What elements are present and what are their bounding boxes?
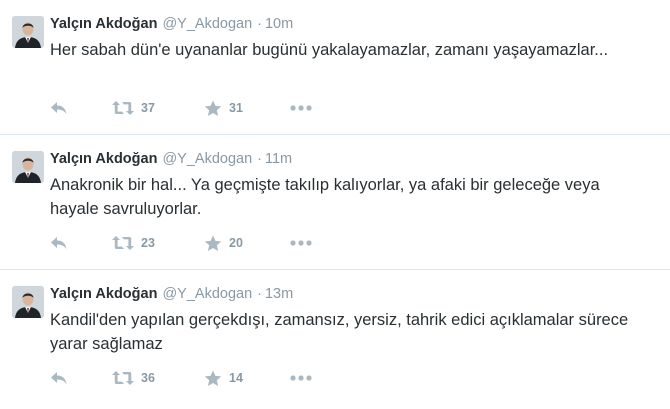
username[interactable]: @Y_Akdogan	[162, 286, 252, 302]
favorite-count: 31	[229, 101, 243, 115]
tweet-text: Anakronik bir hal... Ya geçmişte takılıp…	[50, 176, 600, 218]
reply-icon	[50, 235, 68, 251]
reply-button[interactable]	[50, 98, 68, 118]
tweet[interactable]: Yalçın Akdoğan @Y_Akdogan · 11m Anakronik b…	[0, 135, 670, 270]
tweet-actions: 37 31	[50, 98, 350, 118]
tweet-header: Yalçın Akdoğan @Y_Akdogan · 13m	[50, 285, 293, 303]
tweet-actions: 36 14	[50, 368, 350, 388]
retweet-count: 23	[141, 236, 155, 250]
fullname[interactable]: Yalçın Akdoğan	[50, 151, 157, 167]
fullname[interactable]: Yalçın Akdoğan	[50, 16, 157, 32]
reply-icon	[50, 370, 68, 386]
retweet-count: 37	[141, 101, 155, 115]
star-icon	[204, 100, 222, 117]
retweet-button[interactable]: 23	[112, 233, 155, 253]
tweet[interactable]: Yalçın Akdoğan @Y_Akdogan · 13m Kandil'den …	[0, 270, 670, 405]
retweet-count: 36	[141, 371, 155, 385]
tweet-text: Her sabah dün'e uyananlar bugünü yakalay…	[50, 41, 609, 59]
avatar[interactable]	[12, 16, 44, 48]
retweet-icon	[112, 100, 134, 116]
tweet-actions: 23 20	[50, 233, 350, 253]
favorite-button[interactable]: 20	[204, 233, 243, 253]
time-separator: ·	[257, 151, 262, 167]
retweet-button[interactable]: 37	[112, 98, 155, 118]
retweet-icon	[112, 370, 134, 386]
retweet-icon	[112, 235, 134, 251]
more-dots-icon	[290, 240, 312, 246]
more-button[interactable]	[290, 368, 312, 388]
star-icon	[204, 370, 222, 387]
more-dots-icon	[290, 105, 312, 111]
timestamp[interactable]: 11m	[265, 151, 292, 167]
reply-button[interactable]	[50, 368, 68, 388]
reply-icon	[50, 100, 68, 116]
more-button[interactable]	[290, 98, 312, 118]
time-separator: ·	[257, 286, 262, 302]
tweet-header: Yalçın Akdoğan @Y_Akdogan · 10m	[50, 15, 293, 33]
more-dots-icon	[290, 375, 312, 381]
avatar[interactable]	[12, 286, 44, 318]
tweet[interactable]: Yalçın Akdoğan @Y_Akdogan · 10m Her sabah d…	[0, 0, 670, 135]
favorite-button[interactable]: 31	[204, 98, 243, 118]
tweet-text: Kandil'den yapılan gerçekdışı, zamansız,…	[50, 311, 629, 353]
tweet-timeline: Yalçın Akdoğan @Y_Akdogan · 10m Her sabah d…	[0, 0, 670, 409]
favorite-count: 20	[229, 236, 243, 250]
username[interactable]: @Y_Akdogan	[162, 16, 252, 32]
favorite-button[interactable]: 14	[204, 368, 243, 388]
star-icon	[204, 235, 222, 252]
more-button[interactable]	[290, 233, 312, 253]
retweet-button[interactable]: 36	[112, 368, 155, 388]
time-separator: ·	[257, 16, 262, 32]
timestamp[interactable]: 13m	[265, 286, 293, 302]
timestamp[interactable]: 10m	[265, 16, 293, 32]
reply-button[interactable]	[50, 233, 68, 253]
username[interactable]: @Y_Akdogan	[162, 151, 252, 167]
avatar[interactable]	[12, 151, 44, 183]
favorite-count: 14	[229, 371, 243, 385]
tweet-header: Yalçın Akdoğan @Y_Akdogan · 11m	[50, 150, 292, 168]
fullname[interactable]: Yalçın Akdoğan	[50, 286, 157, 302]
